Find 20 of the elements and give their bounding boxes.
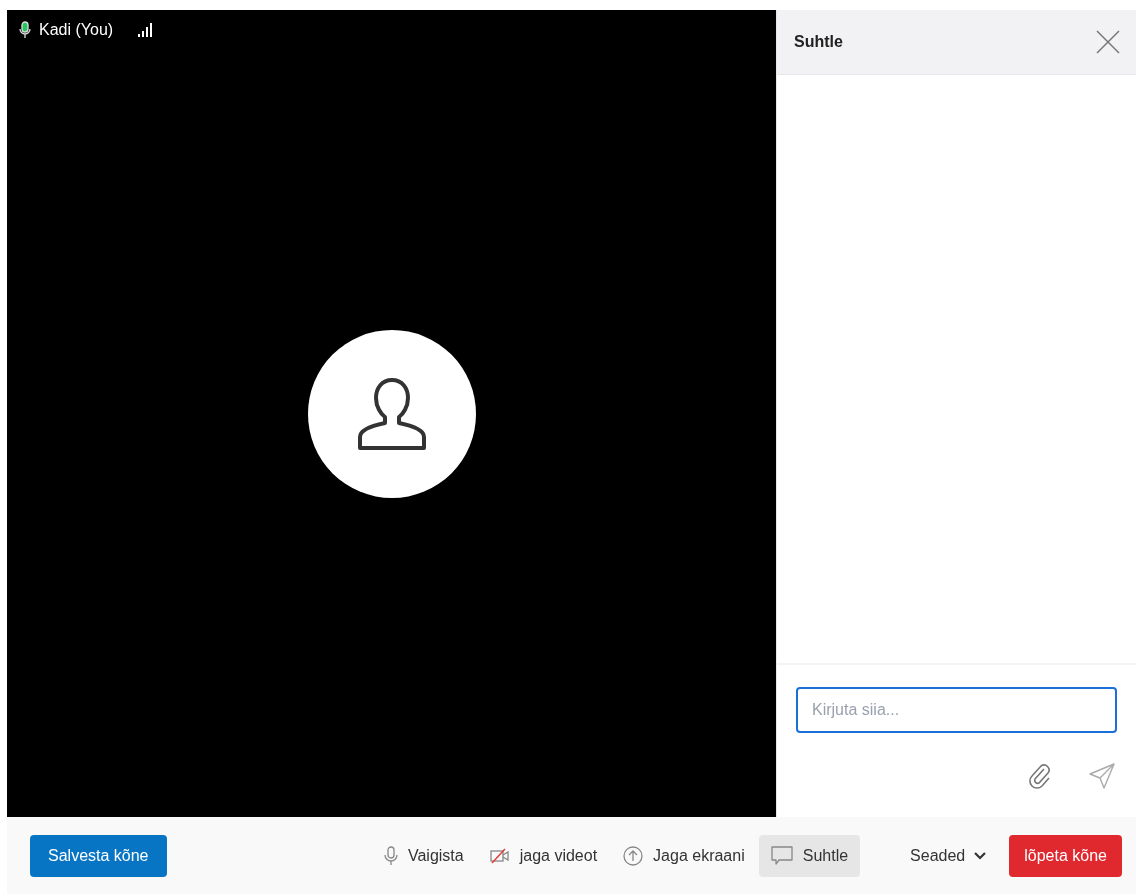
camera-off-icon: [489, 847, 510, 864]
toolbar-button[interactable]: Vaigista: [371, 834, 476, 877]
person-icon: [355, 375, 428, 452]
close-icon[interactable]: [1096, 30, 1120, 54]
toolbar-button[interactable]: jaga videot: [477, 834, 610, 877]
paperclip-icon[interactable]: [1027, 763, 1053, 789]
upload-icon: [623, 845, 644, 866]
caret-icon: [973, 850, 988, 861]
chat-title: Suhtle: [794, 32, 843, 52]
speech-bubble-icon: [770, 845, 793, 866]
participant-name: Kadi (You): [39, 20, 114, 40]
microphone-icon: [383, 845, 398, 866]
signal-icon: [137, 22, 154, 38]
end-call-button[interactable]: lõpeta kõne: [1009, 834, 1122, 877]
record-button[interactable]: Salvesta kõne: [30, 834, 167, 877]
message-input[interactable]: Kirjuta siia...: [796, 687, 1117, 733]
toolbar-button[interactable]: Suhtle: [758, 834, 861, 877]
toolbar-button[interactable]: Jaga ekraani: [611, 834, 757, 877]
settings-dropdown[interactable]: Seaded: [910, 843, 988, 868]
send-icon[interactable]: [1089, 763, 1115, 789]
